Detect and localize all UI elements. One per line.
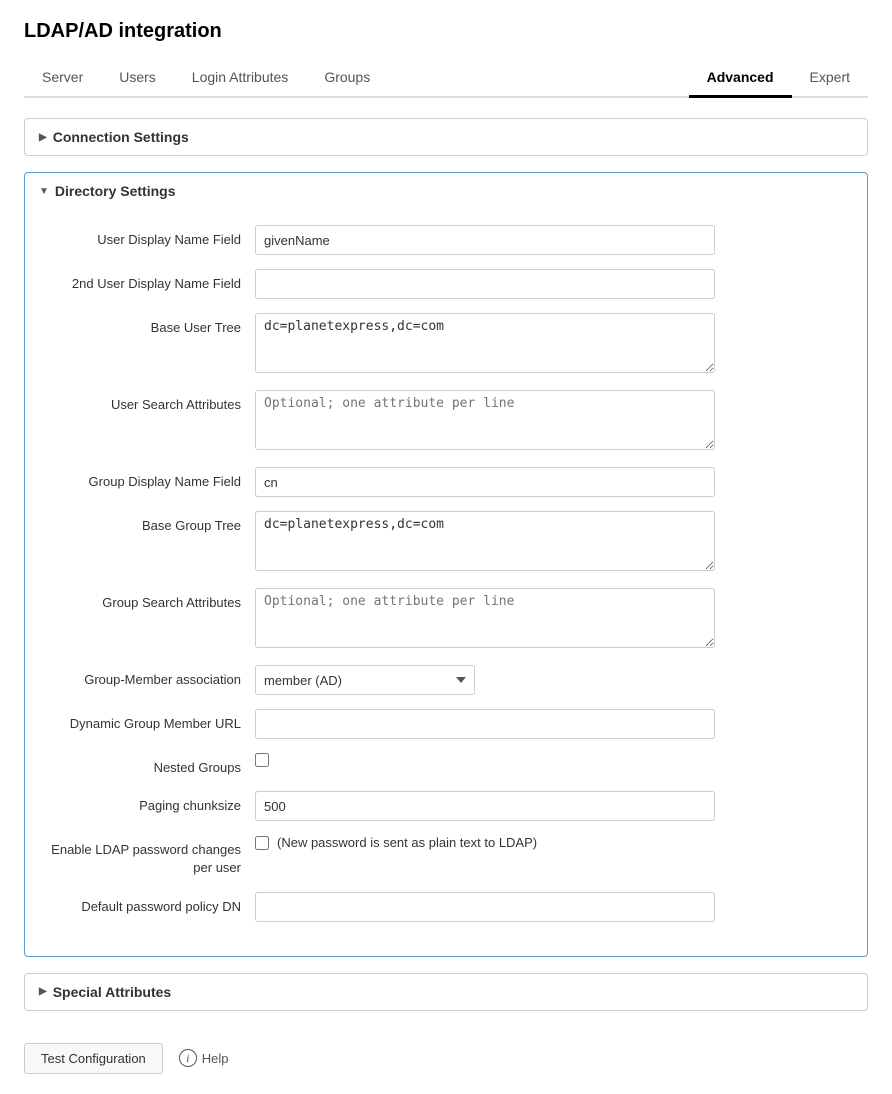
default-password-policy-row: Default password policy DN — [45, 892, 847, 922]
nested-groups-row: Nested Groups — [45, 753, 847, 777]
tab-groups[interactable]: Groups — [306, 59, 388, 98]
nested-groups-label: Nested Groups — [45, 753, 255, 777]
help-icon: i — [179, 1049, 197, 1067]
enable-ldap-label: Enable LDAP password changes per user — [45, 835, 255, 877]
directory-settings-body: User Display Name Field 2nd User Display… — [25, 209, 867, 956]
user-search-attributes-row: User Search Attributes — [45, 390, 847, 453]
connection-settings-title: Connection Settings — [53, 129, 189, 145]
base-user-tree-control — [255, 313, 715, 376]
nested-groups-checkbox-row — [255, 753, 715, 767]
base-user-tree-row: Base User Tree — [45, 313, 847, 376]
base-user-tree-input[interactable] — [255, 313, 715, 373]
connection-settings-section: ▶ Connection Settings — [24, 118, 868, 156]
group-member-association-select[interactable]: member (AD) memberUid (POSIX) uniqueMemb… — [255, 665, 475, 695]
user-display-name-label: User Display Name Field — [45, 225, 255, 249]
page-title: LDAP/AD integration — [24, 20, 868, 43]
paging-chunksize-input[interactable] — [255, 791, 715, 821]
user-display-name-control — [255, 225, 715, 255]
footer: Test Configuration i Help — [24, 1027, 868, 1074]
second-user-display-name-control — [255, 269, 715, 299]
user-search-attributes-input[interactable] — [255, 390, 715, 450]
group-search-attributes-input[interactable] — [255, 588, 715, 648]
user-display-name-row: User Display Name Field — [45, 225, 847, 255]
dynamic-group-member-url-control — [255, 709, 715, 739]
base-group-tree-control — [255, 511, 715, 574]
base-group-tree-label: Base Group Tree — [45, 511, 255, 535]
tab-users[interactable]: Users — [101, 59, 174, 98]
nested-groups-control — [255, 753, 715, 767]
tab-server[interactable]: Server — [24, 59, 101, 98]
group-search-attributes-row: Group Search Attributes — [45, 588, 847, 651]
tab-bar: Server Users Login Attributes Groups Adv… — [24, 59, 868, 98]
help-link[interactable]: i Help — [179, 1049, 229, 1067]
tab-login-attributes[interactable]: Login Attributes — [174, 59, 307, 98]
directory-settings-title: Directory Settings — [55, 183, 176, 199]
group-display-name-label: Group Display Name Field — [45, 467, 255, 491]
test-configuration-button[interactable]: Test Configuration — [24, 1043, 163, 1074]
group-member-association-row: Group-Member association member (AD) mem… — [45, 665, 847, 695]
user-display-name-input[interactable] — [255, 225, 715, 255]
group-search-attributes-control — [255, 588, 715, 651]
paging-chunksize-row: Paging chunksize — [45, 791, 847, 821]
nested-groups-checkbox[interactable] — [255, 753, 269, 767]
group-display-name-control — [255, 467, 715, 497]
dynamic-group-member-url-input[interactable] — [255, 709, 715, 739]
help-label: Help — [202, 1051, 229, 1066]
connection-settings-header[interactable]: ▶ Connection Settings — [25, 119, 867, 155]
directory-settings-section: ▼ Directory Settings User Display Name F… — [24, 172, 868, 957]
tab-expert[interactable]: Expert — [792, 59, 868, 98]
enable-ldap-checkbox[interactable] — [255, 836, 269, 850]
connection-settings-arrow: ▶ — [39, 132, 47, 143]
second-user-display-name-row: 2nd User Display Name Field — [45, 269, 847, 299]
default-password-policy-input[interactable] — [255, 892, 715, 922]
user-search-attributes-label: User Search Attributes — [45, 390, 255, 414]
enable-ldap-checkbox-row: (New password is sent as plain text to L… — [255, 835, 715, 850]
default-password-policy-label: Default password policy DN — [45, 892, 255, 916]
directory-settings-header[interactable]: ▼ Directory Settings — [25, 173, 867, 209]
special-attributes-title: Special Attributes — [53, 984, 172, 1000]
paging-chunksize-control — [255, 791, 715, 821]
enable-ldap-control: (New password is sent as plain text to L… — [255, 835, 715, 850]
tab-advanced[interactable]: Advanced — [689, 59, 792, 98]
base-user-tree-label: Base User Tree — [45, 313, 255, 337]
special-attributes-arrow: ▶ — [39, 986, 47, 997]
enable-ldap-row: Enable LDAP password changes per user (N… — [45, 835, 847, 877]
special-attributes-section: ▶ Special Attributes — [24, 973, 868, 1011]
special-attributes-header[interactable]: ▶ Special Attributes — [25, 974, 867, 1010]
enable-ldap-note: (New password is sent as plain text to L… — [277, 835, 537, 850]
group-display-name-row: Group Display Name Field — [45, 467, 847, 497]
group-search-attributes-label: Group Search Attributes — [45, 588, 255, 612]
paging-chunksize-label: Paging chunksize — [45, 791, 255, 815]
group-display-name-input[interactable] — [255, 467, 715, 497]
dynamic-group-member-url-row: Dynamic Group Member URL — [45, 709, 847, 739]
directory-settings-arrow: ▼ — [39, 186, 49, 197]
second-user-display-name-input[interactable] — [255, 269, 715, 299]
base-group-tree-row: Base Group Tree — [45, 511, 847, 574]
dynamic-group-member-url-label: Dynamic Group Member URL — [45, 709, 255, 733]
group-member-association-label: Group-Member association — [45, 665, 255, 689]
user-search-attributes-control — [255, 390, 715, 453]
base-group-tree-input[interactable] — [255, 511, 715, 571]
default-password-policy-control — [255, 892, 715, 922]
group-member-association-control: member (AD) memberUid (POSIX) uniqueMemb… — [255, 665, 715, 695]
second-user-display-name-label: 2nd User Display Name Field — [45, 269, 255, 293]
